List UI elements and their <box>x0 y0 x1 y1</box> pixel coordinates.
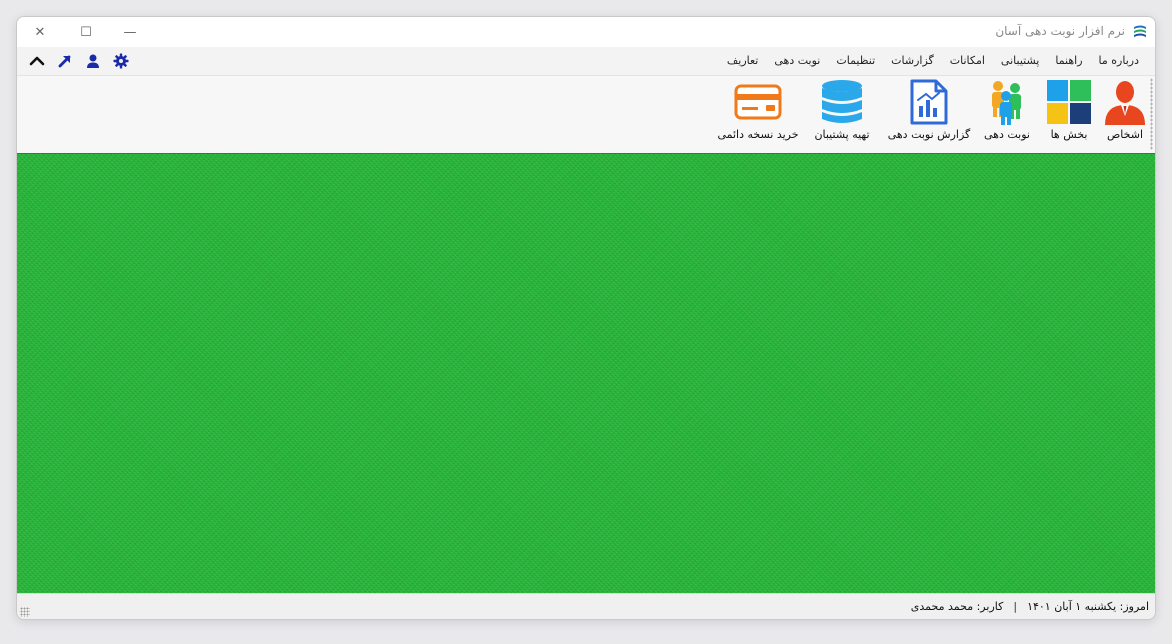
menu-item-support[interactable]: پشتیبانی <box>993 47 1047 75</box>
database-icon <box>818 78 866 126</box>
menu-item-definitions[interactable]: تعاریف <box>719 47 766 75</box>
toolbar-people-button[interactable]: اشخاص <box>1101 78 1149 148</box>
main-toolbar: اشخاص بخش ها نوبت دهی گزارش نوبت دهی تهی… <box>17 75 1155 154</box>
toolbar-label: اشخاص <box>1106 128 1144 141</box>
quick-icons <box>27 51 139 71</box>
menu-item-settings[interactable]: تنظیمات <box>828 47 883 75</box>
status-bar: امروز: یکشنبه ۱ آبان ۱۴۰۱ | کاربر: محمد … <box>17 593 1155 619</box>
menu-bar: تعاریف نوبت دهی تنظیمات گزارشات امکانات … <box>17 47 1155 75</box>
toolbar-grip[interactable] <box>1150 78 1153 150</box>
toolbar-purchase-button[interactable]: خرید نسخه دائمی <box>713 78 803 148</box>
credit-card-icon <box>734 78 782 126</box>
menu-item-reports[interactable]: گزارشات <box>883 47 942 75</box>
toolbar-report-button[interactable]: گزارش نوبت دهی <box>883 78 975 148</box>
toolbar-backup-button[interactable]: تهیه پشتیبان <box>807 78 877 148</box>
toolbar-label: تهیه پشتیبان <box>814 128 870 141</box>
gear-icon[interactable] <box>111 51 131 71</box>
menu-item-help[interactable]: راهنما <box>1047 47 1090 75</box>
app-logo-icon <box>1131 23 1149 41</box>
toolbar-appointments-button[interactable]: نوبت دهی <box>977 78 1037 148</box>
status-text: امروز: یکشنبه ۱ آبان ۱۴۰۱ | کاربر: محمد … <box>911 600 1149 613</box>
report-chart-icon <box>905 78 953 126</box>
main-workspace <box>17 153 1155 594</box>
status-user: کاربر: محمد محمدی <box>910 600 1004 613</box>
tiles-icon <box>1045 78 1093 126</box>
user-icon[interactable] <box>83 51 103 71</box>
maximize-button[interactable]: ☐ <box>63 17 109 47</box>
arrow-up-right-icon[interactable] <box>55 51 75 71</box>
minimize-button[interactable]: — <box>107 17 153 47</box>
close-button[interactable]: ✕ <box>17 17 63 47</box>
toolbar-label: گزارش نوبت دهی <box>887 128 971 141</box>
menu-item-about[interactable]: درباره ما <box>1091 47 1147 75</box>
toolbar-label: بخش ها <box>1050 128 1088 141</box>
status-separator: | <box>1013 600 1018 613</box>
resize-grip[interactable] <box>20 607 30 617</box>
window-title: نرم افزار نوبت دهی آسان <box>995 24 1125 38</box>
main-menu: تعاریف نوبت دهی تنظیمات گزارشات امکانات … <box>719 47 1147 75</box>
status-date: امروز: یکشنبه ۱ آبان ۱۴۰۱ <box>1027 600 1149 613</box>
app-window: ✕ ☐ — نرم افزار نوبت دهی آسان تعاریف نوب… <box>16 16 1156 620</box>
people-group-icon <box>983 78 1031 126</box>
chevron-up-icon[interactable] <box>27 51 47 71</box>
toolbar-label: نوبت دهی <box>984 128 1030 141</box>
title-bar: ✕ ☐ — نرم افزار نوبت دهی آسان <box>17 17 1155 47</box>
person-icon <box>1101 78 1149 126</box>
menu-item-appointments[interactable]: نوبت دهی <box>766 47 828 75</box>
toolbar-sections-button[interactable]: بخش ها <box>1043 78 1095 148</box>
menu-item-features[interactable]: امکانات <box>942 47 993 75</box>
toolbar-label: خرید نسخه دائمی <box>717 128 799 141</box>
